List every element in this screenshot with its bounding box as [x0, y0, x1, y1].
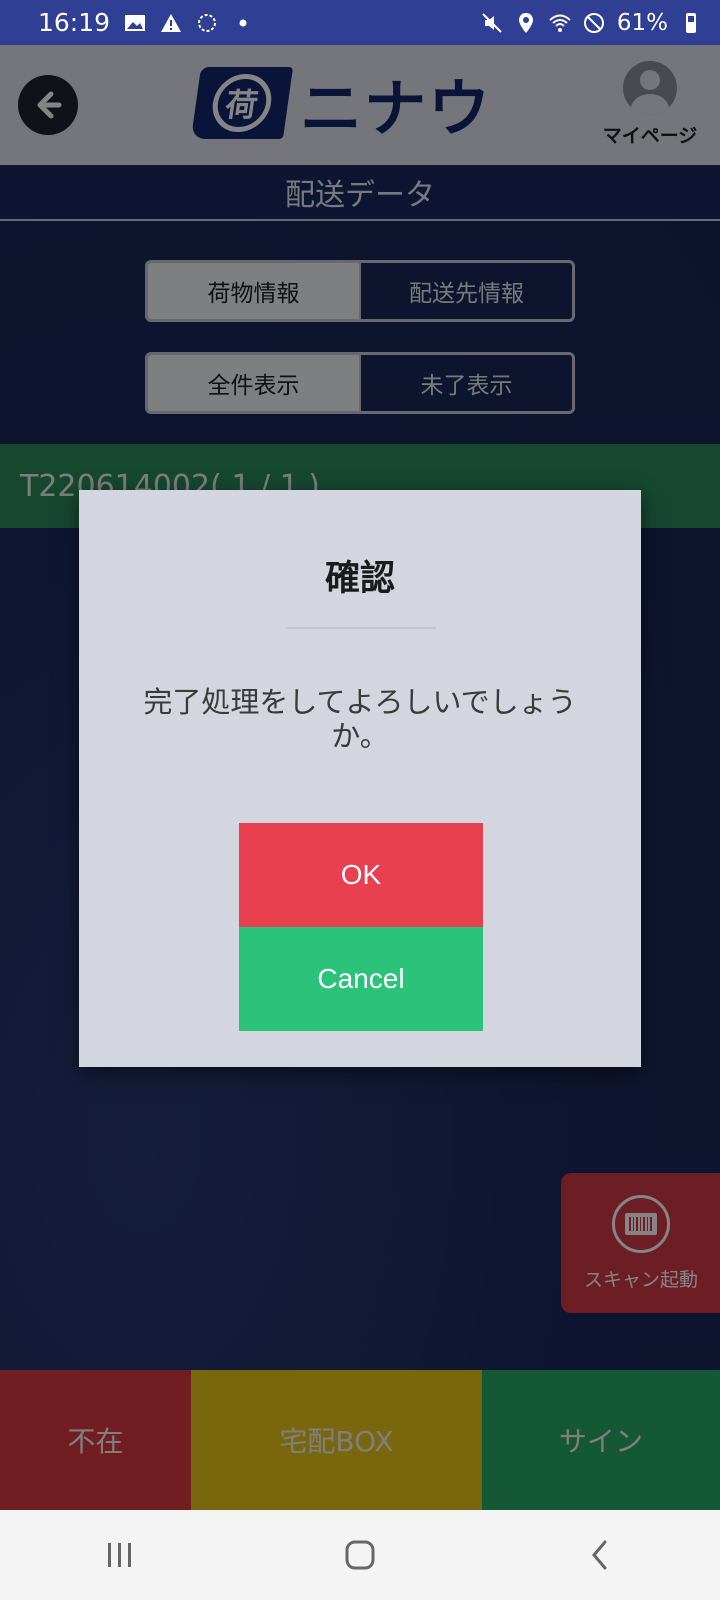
recent-apps-icon — [108, 1543, 131, 1567]
battery-icon — [686, 12, 696, 33]
back-nav-button[interactable] — [570, 1525, 630, 1585]
dialog-title: 確認 — [324, 559, 395, 599]
recent-apps-button[interactable] — [90, 1525, 150, 1585]
status-bar: 16:19 61% — [0, 0, 720, 45]
status-right: 61% — [481, 10, 702, 36]
cancel-button[interactable]: Cancel — [239, 927, 483, 1031]
confirm-dialog: 確認 完了処理をしてよろしいでしょうか。 OK Cancel — [79, 490, 641, 1067]
location-icon — [518, 12, 533, 33]
mute-icon — [482, 12, 502, 33]
wifi-icon — [549, 14, 571, 32]
no-disturb-icon — [583, 12, 604, 33]
chevron-left-icon — [592, 1540, 607, 1570]
system-nav-bar — [0, 1510, 720, 1600]
dialog-message: 完了処理をしてよろしいでしょうか。 — [143, 685, 577, 753]
dot-icon — [239, 19, 247, 26]
battery-percent: 61% — [616, 9, 668, 36]
ok-button[interactable]: OK — [239, 823, 483, 927]
dialog-divider — [286, 627, 436, 629]
home-icon — [345, 1540, 375, 1570]
status-time: 16:19 — [38, 8, 111, 37]
image-icon — [125, 14, 146, 31]
status-left: 16:19 — [38, 8, 254, 37]
home-button[interactable] — [330, 1525, 390, 1585]
sync-icon — [198, 13, 217, 32]
warning-icon — [161, 13, 182, 32]
